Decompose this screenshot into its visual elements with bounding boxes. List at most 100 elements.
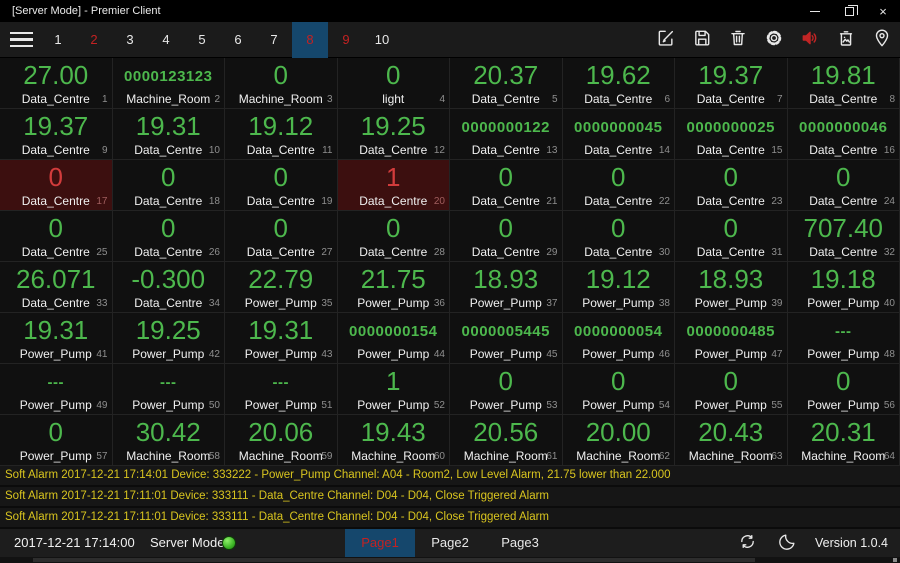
grid-cell-54[interactable]: 0 Power_Pump 54: [562, 364, 675, 415]
grid-cell-5[interactable]: 20.37 Data_Centre 5: [450, 58, 563, 109]
toolbar-page-1[interactable]: 1: [40, 22, 76, 58]
minimize-button[interactable]: [798, 0, 832, 22]
grid-cell-49[interactable]: --- Power_Pump 49: [0, 364, 113, 415]
grid-cell-23[interactable]: 0 Data_Centre 23: [675, 160, 788, 211]
grid-cell-53[interactable]: 0 Power_Pump 53: [450, 364, 563, 415]
grid-cell-12[interactable]: 19.25 Data_Centre 12: [337, 109, 450, 160]
grid-cell-20[interactable]: 1 Data_Centre 20: [337, 160, 450, 211]
grid-cell-30[interactable]: 0 Data_Centre 30: [562, 211, 675, 262]
grid-cell-24[interactable]: 0 Data_Centre 24: [787, 160, 900, 211]
grid-cell-16[interactable]: 0000000046 Data_Centre 16: [787, 109, 900, 160]
cell-value: 19.62: [585, 60, 651, 90]
toolbar-page-10[interactable]: 10: [364, 22, 400, 58]
grid-cell-19[interactable]: 0 Data_Centre 19: [225, 160, 338, 211]
grid-cell-58[interactable]: 30.42 Machine_Room 58: [112, 415, 225, 466]
grid-cell-33[interactable]: 26.071 Data_Centre 33: [0, 262, 113, 313]
grid-cell-48[interactable]: --- Power_Pump 48: [787, 313, 900, 364]
status-tab-page3[interactable]: Page3: [485, 529, 555, 557]
alarm-message-3[interactable]: Soft Alarm 2017-12-21 17:11:01 Device: 3…: [0, 508, 900, 529]
save-button[interactable]: [684, 22, 720, 58]
grid-cell-32[interactable]: 707.40 Data_Centre 32: [787, 211, 900, 262]
grid-cell-57[interactable]: 0 Power_Pump 57: [0, 415, 113, 466]
toolbar-page-3[interactable]: 3: [112, 22, 148, 58]
location-pin-button[interactable]: [864, 22, 900, 58]
grid-cell-25[interactable]: 0 Data_Centre 25: [0, 211, 113, 262]
cell-label: Power_Pump: [244, 398, 317, 412]
grid-cell-60[interactable]: 19.43 Machine_Room 60: [337, 415, 450, 466]
maximize-button[interactable]: [832, 0, 866, 22]
grid-cell-7[interactable]: 19.37 Data_Centre 7: [675, 58, 788, 109]
grid-cell-14[interactable]: 0000000045 Data_Centre 14: [562, 109, 675, 160]
grid-cell-10[interactable]: 19.31 Data_Centre 10: [112, 109, 225, 160]
grid-cell-8[interactable]: 19.81 Data_Centre 8: [787, 58, 900, 109]
grid-cell-29[interactable]: 0 Data_Centre 29: [450, 211, 563, 262]
menu-button[interactable]: [0, 22, 40, 58]
edit-button[interactable]: [648, 22, 684, 58]
grid-cell-18[interactable]: 0 Data_Centre 18: [112, 160, 225, 211]
grid-cell-36[interactable]: 21.75 Power_Pump 36: [337, 262, 450, 313]
grid-cell-31[interactable]: 0 Data_Centre 31: [675, 211, 788, 262]
cell-index: 51: [321, 400, 333, 411]
grid-cell-61[interactable]: 20.56 Machine_Room 61: [450, 415, 563, 466]
dark-mode-button[interactable]: [767, 529, 807, 557]
grid-cell-26[interactable]: 0 Data_Centre 26: [112, 211, 225, 262]
grid-cell-9[interactable]: 19.37 Data_Centre 9: [0, 109, 113, 160]
grid-cell-3[interactable]: 0 Machine_Room 3: [225, 58, 338, 109]
alarm-message-1[interactable]: Soft Alarm 2017-12-21 17:14:01 Device: 3…: [0, 466, 900, 487]
grid-cell-40[interactable]: 19.18 Power_Pump 40: [787, 262, 900, 313]
grid-cell-35[interactable]: 22.79 Power_Pump 35: [225, 262, 338, 313]
status-tab-page2[interactable]: Page2: [415, 529, 485, 557]
grid-cell-52[interactable]: 1 Power_Pump 52: [337, 364, 450, 415]
toolbar-page-6[interactable]: 6: [220, 22, 256, 58]
trash-image-button[interactable]: [828, 22, 864, 58]
toolbar-page-2[interactable]: 2: [76, 22, 112, 58]
cell-index: 49: [96, 400, 108, 411]
grid-cell-13[interactable]: 0000000122 Data_Centre 13: [450, 109, 563, 160]
grid-cell-2[interactable]: 0000123123 Machine_Room 2: [112, 58, 225, 109]
grid-cell-6[interactable]: 19.62 Data_Centre 6: [562, 58, 675, 109]
grid-cell-1[interactable]: 27.00 Data_Centre 1: [0, 58, 113, 109]
grid-cell-56[interactable]: 0 Power_Pump 56: [787, 364, 900, 415]
grid-cell-22[interactable]: 0 Data_Centre 22: [562, 160, 675, 211]
grid-cell-46[interactable]: 0000000054 Power_Pump 46: [562, 313, 675, 364]
grid-cell-11[interactable]: 19.12 Data_Centre 11: [225, 109, 338, 160]
grid-cell-64[interactable]: 20.31 Machine_Room 64: [787, 415, 900, 466]
grid-cell-51[interactable]: --- Power_Pump 51: [225, 364, 338, 415]
close-button[interactable]: ×: [866, 0, 900, 22]
trash-button[interactable]: [720, 22, 756, 58]
grid-cell-62[interactable]: 20.00 Machine_Room 62: [562, 415, 675, 466]
grid-cell-41[interactable]: 19.31 Power_Pump 41: [0, 313, 113, 364]
grid-cell-59[interactable]: 20.06 Machine_Room 59: [225, 415, 338, 466]
grid-cell-28[interactable]: 0 Data_Centre 28: [337, 211, 450, 262]
grid-cell-63[interactable]: 20.43 Machine_Room 63: [675, 415, 788, 466]
horizontal-scrollbar[interactable]: [0, 557, 900, 563]
toolbar-page-9[interactable]: 9: [328, 22, 364, 58]
grid-cell-42[interactable]: 19.25 Power_Pump 42: [112, 313, 225, 364]
grid-cell-43[interactable]: 19.31 Power_Pump 43: [225, 313, 338, 364]
grid-cell-15[interactable]: 0000000025 Data_Centre 15: [675, 109, 788, 160]
grid-cell-27[interactable]: 0 Data_Centre 27: [225, 211, 338, 262]
grid-cell-50[interactable]: --- Power_Pump 50: [112, 364, 225, 415]
scrollbar-thumb[interactable]: [33, 558, 755, 562]
grid-cell-38[interactable]: 19.12 Power_Pump 38: [562, 262, 675, 313]
grid-cell-37[interactable]: 18.93 Power_Pump 37: [450, 262, 563, 313]
cell-label: Data_Centre: [21, 92, 90, 106]
grid-cell-47[interactable]: 0000000485 Power_Pump 47: [675, 313, 788, 364]
grid-cell-4[interactable]: 0 light 4: [337, 58, 450, 109]
alarm-message-2[interactable]: Soft Alarm 2017-12-21 17:11:01 Device: 3…: [0, 487, 900, 508]
status-tab-page1[interactable]: Page1: [345, 529, 415, 557]
speaker-button[interactable]: [792, 22, 828, 58]
toolbar-page-4[interactable]: 4: [148, 22, 184, 58]
grid-cell-21[interactable]: 0 Data_Centre 21: [450, 160, 563, 211]
grid-cell-34[interactable]: -0.300 Data_Centre 34: [112, 262, 225, 313]
settings-gear-button[interactable]: [756, 22, 792, 58]
toolbar-page-7[interactable]: 7: [256, 22, 292, 58]
grid-cell-44[interactable]: 0000000154 Power_Pump 44: [337, 313, 450, 364]
grid-cell-17[interactable]: 0 Data_Centre 17: [0, 160, 113, 211]
grid-cell-39[interactable]: 18.93 Power_Pump 39: [675, 262, 788, 313]
grid-cell-55[interactable]: 0 Power_Pump 55: [675, 364, 788, 415]
sync-button[interactable]: [727, 529, 767, 557]
toolbar-page-5[interactable]: 5: [184, 22, 220, 58]
grid-cell-45[interactable]: 0000005445 Power_Pump 45: [450, 313, 563, 364]
toolbar-page-8[interactable]: 8: [292, 21, 328, 58]
